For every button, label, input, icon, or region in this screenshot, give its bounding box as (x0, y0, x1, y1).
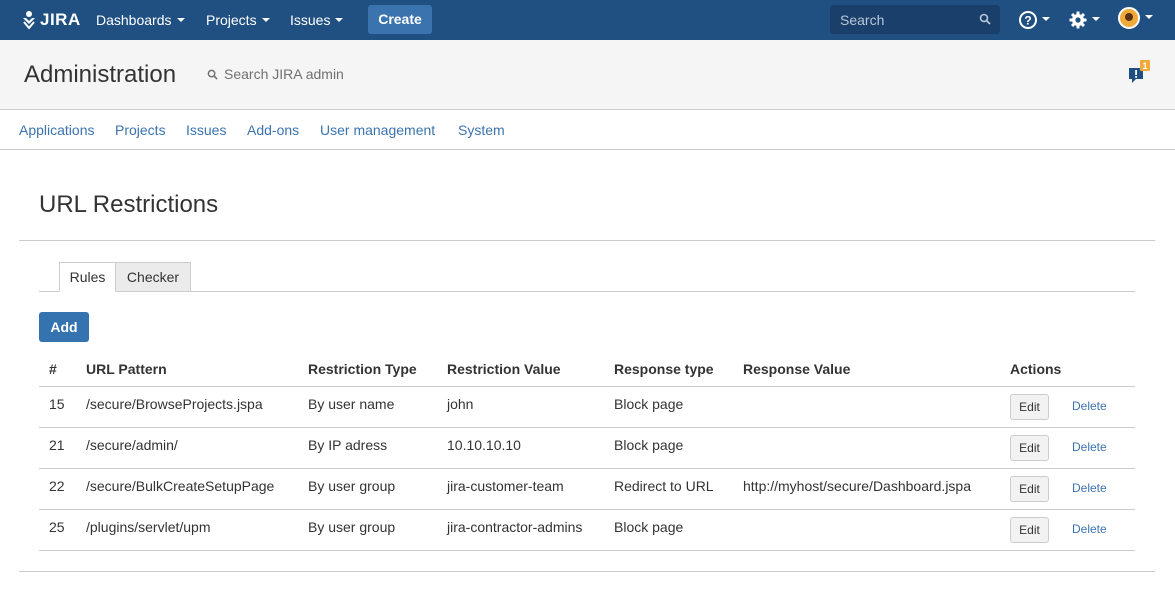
cell-restriction-type: By user group (308, 519, 396, 535)
avatar (1118, 7, 1140, 29)
column-header-response-value: Response Value (743, 361, 851, 377)
create-button[interactable]: Create (368, 5, 432, 34)
nav-dashboards-label: Dashboards (96, 12, 172, 28)
delete-link[interactable]: Delete (1072, 440, 1107, 454)
column-header-restriction-type: Restriction Type (308, 361, 417, 377)
quick-search (830, 5, 1000, 34)
search-icon (207, 69, 218, 80)
add-button[interactable]: Add (39, 312, 89, 342)
cell-url-pattern: /secure/BulkCreateSetupPage (86, 478, 275, 494)
jira-logo-icon (23, 11, 35, 30)
admin-header: Administration Search JIRA admin 1 (0, 40, 1175, 110)
cell-response-value: http://myhost/secure/Dashboard.jspa (743, 478, 972, 494)
cell-id: 21 (49, 437, 65, 453)
top-navigation-bar: JIRA Dashboards Projects Issues Create ? (0, 0, 1175, 40)
chevron-down-icon (1092, 17, 1100, 21)
subnav-issues[interactable]: Issues (186, 122, 226, 138)
logo-text: JIRA (40, 10, 81, 29)
notification-icon[interactable]: 1 (1128, 60, 1150, 84)
cell-id: 25 (49, 519, 65, 535)
cell-response-type: Block page (614, 437, 684, 453)
subnav-user-management[interactable]: User management (320, 122, 435, 138)
edit-button[interactable]: Edit (1010, 476, 1049, 502)
column-header-id: # (49, 361, 57, 377)
table-row-divider (39, 468, 1135, 469)
jira-logo[interactable]: JIRA (20, 8, 81, 32)
cell-id: 22 (49, 478, 65, 494)
table-row-divider (39, 550, 1135, 551)
svg-text:?: ? (1024, 14, 1031, 28)
chevron-down-icon (335, 18, 344, 23)
cell-response-type: Redirect to URL (614, 478, 714, 494)
cell-restriction-value: jira-customer-team (447, 478, 564, 494)
tab-checker[interactable]: Checker (116, 262, 191, 292)
table-row-divider (39, 427, 1135, 428)
nav-projects[interactable]: Projects (206, 0, 270, 40)
subnav-projects[interactable]: Projects (115, 122, 166, 138)
column-header-restriction-value: Restriction Value (447, 361, 561, 377)
cell-restriction-value: jira-contractor-admins (447, 519, 583, 535)
help-icon: ? (1019, 11, 1037, 29)
settings-menu[interactable] (1069, 10, 1100, 30)
delete-link[interactable]: Delete (1072, 481, 1107, 495)
cell-response-type: Block page (614, 519, 684, 535)
nav-projects-label: Projects (206, 12, 257, 28)
edit-button[interactable]: Edit (1010, 517, 1049, 543)
tabs-underline (39, 291, 1135, 292)
chevron-down-icon (261, 18, 270, 23)
chevron-down-icon (1042, 17, 1050, 21)
edit-button[interactable]: Edit (1010, 394, 1049, 420)
subnav-system[interactable]: System (458, 122, 505, 138)
column-header-url-pattern: URL Pattern (86, 361, 167, 377)
admin-search-label: Search JIRA admin (224, 66, 344, 82)
chevron-down-icon (1145, 15, 1153, 19)
admin-search[interactable]: Search JIRA admin (207, 66, 344, 82)
notification-count: 1 (1142, 61, 1147, 71)
column-header-actions: Actions (1010, 361, 1062, 377)
cell-response-type: Block page (614, 396, 684, 412)
chevron-down-icon (176, 18, 185, 23)
divider (19, 240, 1155, 241)
cell-restriction-value: john (447, 396, 474, 412)
subnav-applications[interactable]: Applications (19, 122, 95, 138)
nav-dashboards[interactable]: Dashboards (96, 0, 185, 40)
delete-link[interactable]: Delete (1072, 522, 1107, 536)
cell-id: 15 (49, 396, 65, 412)
cell-url-pattern: /plugins/servlet/upm (86, 519, 211, 535)
admin-subnav: Applications Projects Issues Add-ons Use… (0, 110, 1175, 150)
search-input[interactable] (830, 5, 980, 34)
column-header-response-type: Response type (614, 361, 714, 377)
tab-rules[interactable]: Rules (59, 262, 116, 292)
table-divider (39, 386, 1135, 387)
cell-restriction-type: By user group (308, 478, 396, 494)
nav-issues-label: Issues (290, 12, 331, 28)
section-title: URL Restrictions (39, 191, 219, 218)
user-menu[interactable] (1118, 7, 1153, 29)
nav-issues[interactable]: Issues (290, 0, 344, 40)
help-menu[interactable]: ? (1019, 10, 1050, 30)
table-row-divider (39, 509, 1135, 510)
divider (19, 571, 1155, 572)
cell-url-pattern: /secure/admin/ (86, 437, 178, 453)
cell-restriction-type: By IP adress (308, 437, 388, 453)
subnav-add-ons[interactable]: Add-ons (247, 122, 299, 138)
page-title: Administration (24, 61, 177, 88)
edit-button[interactable]: Edit (1010, 435, 1049, 461)
gear-icon (1069, 11, 1087, 29)
cell-restriction-type: By user name (308, 396, 395, 412)
cell-restriction-value: 10.10.10.10 (447, 437, 521, 453)
cell-url-pattern: /secure/BrowseProjects.jspa (86, 396, 263, 412)
search-icon[interactable] (979, 13, 991, 25)
delete-link[interactable]: Delete (1072, 399, 1107, 413)
